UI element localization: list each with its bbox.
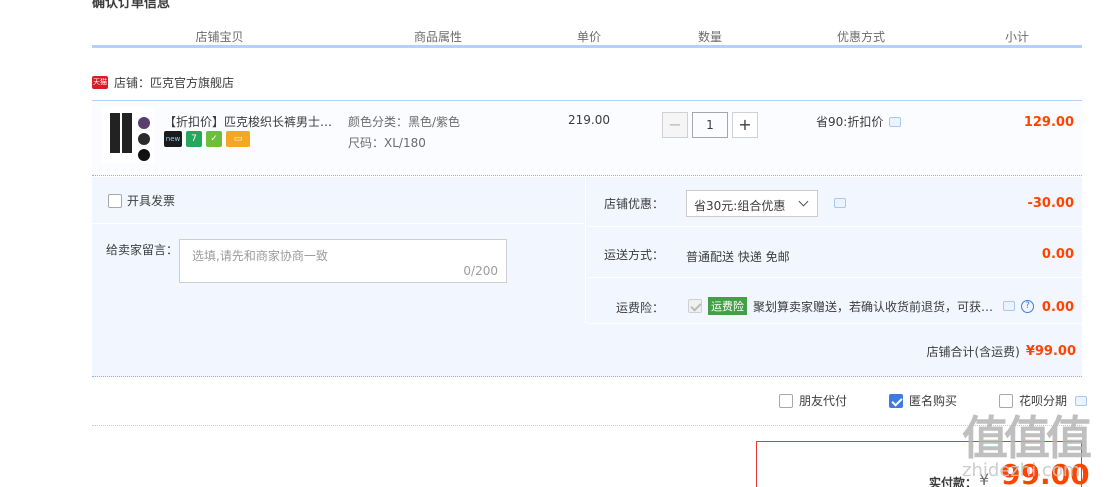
order-item-row: 【折扣价】匹克梭织长裤男士2020新款 new 7 ✓ ▭ 颜色分类：黑色/紫色… <box>92 100 1082 176</box>
shop-line: 天猫 店铺：匹克官方旗舰店 <box>92 74 234 91</box>
chat-bubble-icon[interactable] <box>834 198 846 208</box>
anonymous-label[interactable]: 匿名购买 <box>909 392 957 409</box>
shipping-row: 运送方式： 普通配送 快递 免邮 0.00 <box>588 228 1082 278</box>
discount-info: 省90:折扣价 <box>816 113 902 130</box>
increase-button[interactable]: + <box>732 112 758 138</box>
chat-bubble-icon[interactable] <box>1003 301 1015 311</box>
tmall-badge-icon: 天猫 <box>92 76 108 89</box>
options-left: 开具发票 给卖家留言： 选填,请先和商家协商一致 0/200 <box>92 177 586 323</box>
insurance-content: 运费险 聚划算卖家赠送，若确认收货前退货，可获保险赔付 ? <box>688 297 1034 315</box>
shop-discount-value: 省30元:组合优惠 <box>694 199 786 213</box>
shop-name-link[interactable]: 店铺：匹克官方旗舰店 <box>114 74 234 91</box>
shop-total-label: 店铺合计(含运费) <box>926 345 1020 359</box>
column-header-item: 店铺宝贝 <box>195 30 244 44</box>
pants-image-right <box>122 113 132 153</box>
shop-discount-amount: -30.00 <box>1027 196 1074 211</box>
friend-pay-option[interactable]: 朋友代付 <box>779 392 847 409</box>
shipping-amount: 0.00 <box>1041 247 1074 262</box>
column-header-price: 单价 <box>576 30 601 44</box>
watermark-url: zhidezhi.com <box>962 460 1081 481</box>
shipping-label: 运送方式： <box>603 248 664 262</box>
quantity-input[interactable]: 1 <box>692 112 728 138</box>
column-header-qty: 数量 <box>697 30 722 44</box>
shop-total-value: ¥99.00 <box>1025 344 1076 359</box>
insurance-checkbox[interactable] <box>688 299 702 313</box>
service-icons: new 7 ✓ ▭ <box>164 131 250 147</box>
shop-total: 店铺合计(含运费) ¥99.00 <box>926 343 1076 360</box>
friend-pay-label[interactable]: 朋友代付 <box>799 392 847 409</box>
memo-textarea[interactable]: 选填,请先和商家协商一致 0/200 <box>179 239 507 283</box>
shield-icon[interactable]: ✓ <box>206 131 222 147</box>
discount-label: 省90:折扣价 <box>816 115 884 129</box>
page-title: 确认订单信息 <box>92 0 171 11</box>
order-options-panel: 开具发票 给卖家留言： 选填,请先和商家协商一致 0/200 店铺优惠： 省30… <box>92 177 1082 377</box>
table-header: 店铺宝贝 商品属性 单价 数量 优惠方式 小计 <box>92 26 1082 48</box>
invoice-option[interactable]: 开具发票 <box>108 192 175 209</box>
column-header-subtotal: 小计 <box>1004 30 1029 44</box>
item-subtotal: 129.00 <box>1023 115 1074 130</box>
quantity-stepper: − 1 + <box>662 112 758 138</box>
memo-label: 给卖家留言： <box>106 243 179 257</box>
pants-image-left <box>110 113 120 153</box>
shop-discount-row: 店铺优惠： 省30元:组合优惠 -30.00 <box>588 177 1082 227</box>
invoice-checkbox[interactable] <box>108 193 122 208</box>
product-title-link[interactable]: 【折扣价】匹克梭织长裤男士2020新款 <box>164 113 334 130</box>
credit-card-icon[interactable]: ▭ <box>226 131 250 147</box>
color-swatch-dark <box>138 133 150 145</box>
memo-placeholder: 选填,请先和商家协商一致 <box>192 249 328 263</box>
product-thumbnail[interactable] <box>102 107 154 163</box>
divider <box>92 223 586 224</box>
anonymous-option[interactable]: 匿名购买 <box>889 392 957 409</box>
column-header-discount: 优惠方式 <box>836 30 885 44</box>
decrease-button[interactable]: − <box>662 112 688 138</box>
insurance-row: 运费险： 运费险 聚划算卖家赠送，若确认收货前退货，可获保险赔付 ? 0.00 <box>588 279 1082 324</box>
insurance-description: 聚划算卖家赠送，若确认收货前退货，可获保险赔付 <box>753 299 997 314</box>
insurance-label: 运费险： <box>615 301 664 315</box>
invoice-label[interactable]: 开具发票 <box>127 192 175 209</box>
new-icon[interactable]: new <box>164 131 182 147</box>
chevron-down-icon <box>798 196 809 207</box>
seven-day-return-icon[interactable]: 7 <box>186 131 202 147</box>
memo-char-count: 0/200 <box>463 264 498 278</box>
color-swatch-purple <box>138 117 150 129</box>
unit-price: 219.00 <box>568 113 610 127</box>
insurance-amount: 0.00 <box>1041 300 1074 315</box>
watermark-logo: 值值值 <box>962 411 1092 465</box>
column-header-attr: 商品属性 <box>413 30 462 44</box>
insurance-tag: 运费险 <box>708 297 747 315</box>
shop-discount-label: 店铺优惠： <box>603 197 664 211</box>
divider <box>92 425 1082 426</box>
shop-discount-select[interactable]: 省30元:组合优惠 <box>686 190 818 217</box>
help-icon[interactable]: ? <box>1021 299 1034 313</box>
shipping-value: 普通配送 快递 免邮 <box>686 250 790 264</box>
color-swatch-black <box>138 149 150 161</box>
attr-color: 颜色分类：黑色/紫色 <box>348 115 461 129</box>
anonymous-checkbox[interactable] <box>889 393 904 408</box>
attr-size: 尺码：XL/180 <box>348 136 426 150</box>
friend-pay-checkbox[interactable] <box>779 393 793 408</box>
chat-bubble-icon[interactable] <box>889 116 902 127</box>
